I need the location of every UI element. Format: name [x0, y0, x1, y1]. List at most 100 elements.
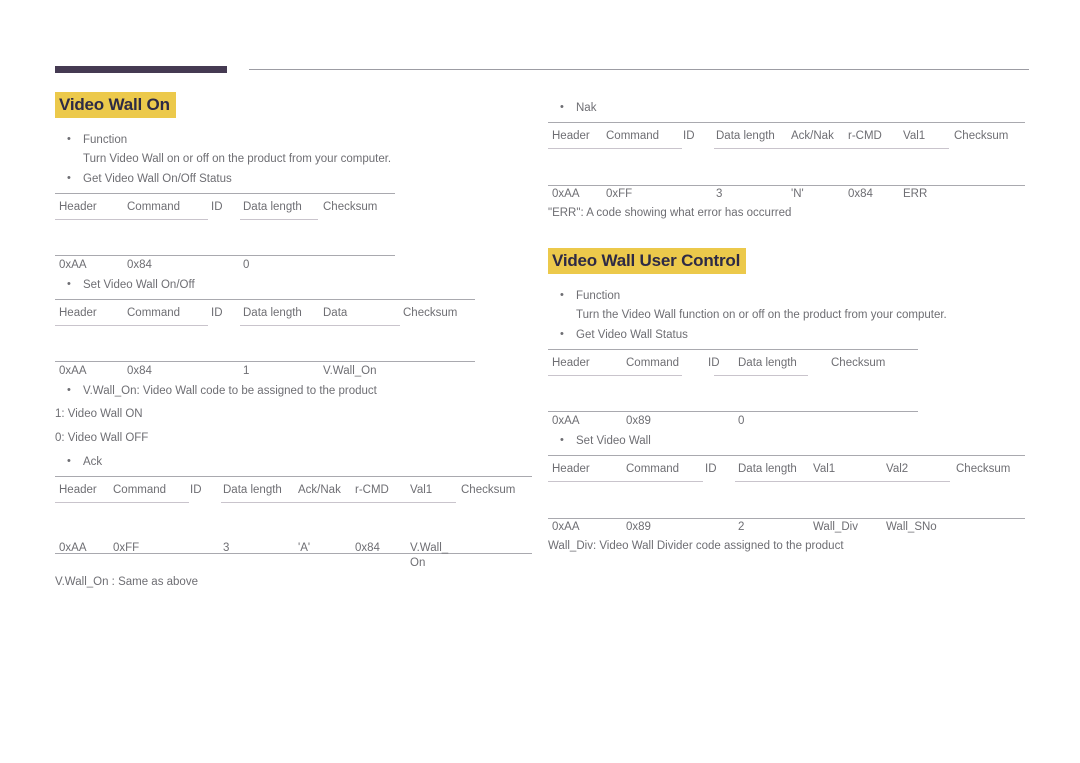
set-onoff-bullet: Set Video Wall On/Off — [55, 276, 545, 294]
cell-data-length: 0 — [738, 415, 745, 428]
cell-r-cmd: 0x84 — [848, 188, 873, 200]
col-header-checksum: Checksum — [461, 484, 516, 497]
col-header-id: ID — [211, 307, 223, 320]
cell-header: 0xAA — [552, 521, 580, 534]
col-header-data-length: Data length — [738, 463, 797, 476]
col-header-id: ID — [683, 130, 695, 142]
set-video-wall-bullet: Set Video Wall — [548, 432, 1030, 450]
col-header-header: Header — [59, 484, 97, 497]
code-value-off: 0: Video Wall OFF — [55, 432, 149, 445]
table-set-video-wall: Header Command ID Data length Val1 Val2 … — [548, 455, 1030, 533]
cell-val1: V.Wall_ On — [410, 542, 449, 570]
col-header-header: Header — [59, 201, 97, 214]
wall-div-note: Wall_Div: Video Wall Divider code assign… — [548, 540, 844, 553]
page-title-video-wall-user-control: Video Wall User Control — [548, 248, 747, 275]
col-header-id: ID — [705, 463, 717, 476]
col-header-checksum: Checksum — [831, 357, 886, 370]
col-header-command: Command — [127, 307, 181, 320]
function-label: Function — [576, 290, 621, 303]
col-header-checksum: Checksum — [403, 307, 458, 320]
col-header-data-length: Data length — [223, 484, 282, 497]
col-header-header: Header — [59, 307, 97, 320]
table-row: 0xAA 0x89 2 Wall_Div Wall_SNo — [548, 484, 1030, 533]
cell-val1: Wall_Div — [813, 521, 858, 534]
table-row: 0xAA 0x84 0 — [55, 222, 545, 271]
cell-command: 0x89 — [626, 415, 651, 428]
table-ack: Header Command ID Data length Ack/Nak r-… — [55, 476, 545, 569]
cell-data-length: 3 — [223, 542, 230, 555]
get-status-bullet: Get Video Wall On/Off Status — [55, 170, 545, 188]
col-header-ack-nak: Ack/Nak — [298, 484, 341, 497]
col-header-checksum: Checksum — [956, 463, 1011, 476]
col-header-data-length: Data length — [243, 201, 302, 214]
table-set-video-wall-onoff: Header Command ID Data length Data Check… — [55, 299, 545, 377]
cell-ack-nak: 'N' — [791, 188, 804, 200]
table-row: 0xAA 0x84 1 V.Wall_On — [55, 328, 545, 377]
vwall-code-bullet: V.Wall_On: Video Wall code to be assigne… — [55, 382, 545, 400]
cell-val2: Wall_SNo — [886, 521, 937, 534]
nak-bullet: Nak — [548, 99, 1030, 117]
col-header-command: Command — [626, 463, 680, 476]
cell-data-length: 0 — [243, 259, 250, 272]
cell-header: 0xAA — [59, 542, 87, 555]
table-row: 0xAA 0xFF 3 'N' 0x84 ERR — [548, 151, 1030, 200]
col-header-val1: Val1 — [813, 463, 836, 476]
cell-command: 0xFF — [606, 188, 633, 200]
function-description: Turn the Video Wall function on or off o… — [576, 309, 947, 322]
col-header-id: ID — [190, 484, 202, 497]
col-header-ack-nak: Ack/Nak — [791, 130, 834, 142]
cell-data-length: 1 — [243, 365, 250, 378]
col-header-header: Header — [552, 463, 590, 476]
ack-note: V.Wall_On : Same as above — [55, 576, 198, 589]
cell-val1: ERR — [903, 188, 928, 200]
cell-data: V.Wall_On — [323, 365, 377, 378]
col-header-header: Header — [552, 130, 590, 142]
cell-command: 0x89 — [626, 521, 651, 534]
table-header-row: Header Command ID Data length Checksum — [548, 349, 1030, 378]
col-header-command: Command — [626, 357, 680, 370]
table-get-video-wall-status: Header Command ID Data length Checksum 0… — [548, 349, 1030, 427]
table-row: 0xAA 0xFF 3 'A' 0x84 V.Wall_ On — [55, 505, 545, 569]
cell-command: 0x84 — [127, 365, 152, 378]
code-value-on: 1: Video Wall ON — [55, 408, 143, 421]
col-header-checksum: Checksum — [323, 201, 378, 214]
col-header-val1: Val1 — [903, 130, 926, 142]
col-header-command: Command — [113, 484, 167, 497]
cell-header: 0xAA — [552, 188, 580, 200]
cell-ack-nak: 'A' — [298, 542, 311, 555]
table-nak: Header Command ID Data length Ack/Nak r-… — [548, 122, 1030, 200]
col-header-id: ID — [211, 201, 223, 214]
cell-command: 0x84 — [127, 259, 152, 272]
col-header-r-cmd: r-CMD — [848, 130, 882, 142]
cell-r-cmd: 0x84 — [355, 542, 380, 555]
col-header-command: Command — [127, 201, 181, 214]
manual-page: Video Wall On Function Turn Video Wall o… — [0, 0, 1080, 763]
col-header-r-cmd: r-CMD — [355, 484, 389, 497]
col-header-data: Data — [323, 307, 348, 320]
table-header-row: Header Command ID Data length Data Check… — [55, 299, 545, 328]
table-header-row: Header Command ID Data length Val1 Val2 … — [548, 455, 1030, 484]
col-header-data-length: Data length — [243, 307, 302, 320]
col-header-command: Command — [606, 130, 660, 142]
right-column: Nak Header Command ID Data length Ack/Na… — [548, 92, 1030, 554]
table-header-row: Header Command ID Data length Ack/Nak r-… — [548, 122, 1030, 151]
function-bullet: Function Turn the Video Wall function on… — [548, 287, 1030, 324]
col-header-header: Header — [552, 357, 590, 370]
left-column: Video Wall On Function Turn Video Wall o… — [55, 92, 545, 590]
function-label: Function — [83, 134, 128, 147]
cell-command: 0xFF — [113, 542, 140, 555]
table-header-row: Header Command ID Data length Checksum — [55, 193, 545, 222]
get-status-bullet: Get Video Wall Status — [548, 326, 1030, 344]
nak-note: "ERR": A code showing what error has occ… — [548, 207, 792, 219]
col-header-id: ID — [708, 357, 720, 370]
col-header-data-length: Data length — [716, 130, 775, 142]
cell-data-length: 3 — [716, 188, 723, 200]
function-bullet: Function Turn Video Wall on or off on th… — [55, 131, 545, 168]
table-row: 0xAA 0x89 0 — [548, 378, 1030, 427]
cell-header: 0xAA — [552, 415, 580, 428]
page-title-video-wall-on: Video Wall On — [55, 92, 176, 119]
col-header-val1: Val1 — [410, 484, 433, 497]
ack-bullet: Ack — [55, 453, 545, 471]
cell-header: 0xAA — [59, 259, 87, 272]
cell-data-length: 2 — [738, 521, 745, 534]
